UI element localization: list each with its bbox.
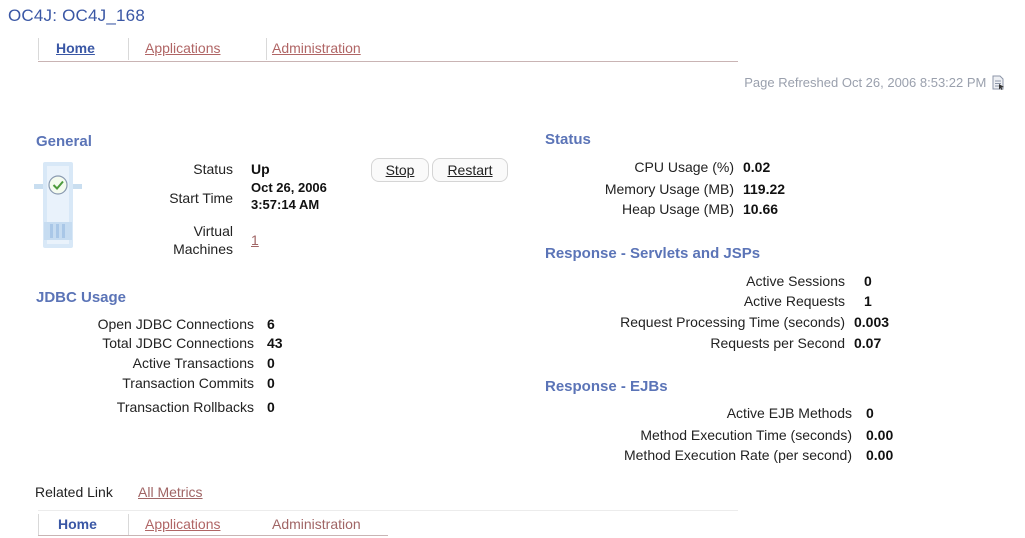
active-sessions-value: 0 — [864, 273, 872, 289]
status-label: Status — [193, 161, 233, 177]
jdbc-rollbacks-value: 0 — [267, 399, 275, 415]
page-refreshed-text: Page Refreshed Oct 26, 2006 8:53:22 PM — [744, 75, 987, 90]
request-processing-time-value: 0.003 — [854, 314, 890, 330]
tab-applications-bottom[interactable]: Applications — [145, 516, 221, 532]
jdbc-rollbacks-label: Transaction Rollbacks — [116, 399, 254, 415]
tab-separator — [128, 38, 129, 60]
tab-administration[interactable]: Administration — [272, 40, 361, 56]
page-title: OC4J: OC4J_168 — [8, 6, 145, 25]
servlets-heading: Response - Servlets and JSPs — [545, 245, 761, 262]
tab-applications[interactable]: Applications — [145, 40, 221, 56]
status-value: Up — [251, 161, 270, 177]
jdbc-heading: JDBC Usage — [36, 289, 127, 306]
requests-per-second-label: Requests per Second — [710, 335, 845, 351]
jdbc-commits-value: 0 — [267, 375, 275, 391]
jdbc-total-value: 43 — [267, 335, 283, 351]
server-status-icon — [34, 162, 82, 248]
tab-underline — [38, 535, 388, 536]
active-sessions-label: Active Sessions — [746, 273, 845, 289]
related-link-label: Related Link — [35, 484, 113, 500]
stop-button-label: Stop — [385, 162, 415, 178]
tab-home-bottom[interactable]: Home — [58, 516, 97, 532]
method-execution-rate-value: 0.00 — [866, 447, 894, 463]
jdbc-active-tx-label: Active Transactions — [132, 355, 254, 371]
tab-separator — [266, 38, 267, 60]
heap-usage-label: Heap Usage (MB) — [621, 201, 734, 217]
refresh-icon[interactable] — [992, 75, 1005, 90]
status-heading: Status — [545, 131, 591, 148]
all-metrics-link[interactable]: All Metrics — [138, 484, 203, 500]
tab-home[interactable]: Home — [56, 40, 95, 56]
virtual-machines-label: Virtual Machines — [173, 223, 233, 257]
active-ejb-methods-value: 0 — [866, 405, 874, 421]
method-execution-time-value: 0.00 — [866, 427, 894, 443]
active-ejb-methods-label: Active EJB Methods — [726, 405, 852, 421]
page-refreshed: Page Refreshed Oct 26, 2006 8:53:22 PM — [744, 75, 1005, 90]
virtual-machines-value[interactable]: 1 — [251, 232, 259, 250]
general-heading: General — [36, 133, 92, 150]
active-requests-label: Active Requests — [743, 293, 845, 309]
cpu-usage-label: CPU Usage (%) — [634, 159, 734, 175]
tab-separator — [38, 514, 39, 536]
cpu-usage-value: 0.02 — [743, 159, 771, 175]
requests-per-second-value: 0.07 — [854, 335, 882, 351]
method-execution-rate-label: Method Execution Rate (per second) — [623, 447, 852, 463]
jdbc-total-label: Total JDBC Connections — [102, 335, 254, 351]
restart-button-label: Restart — [447, 162, 493, 178]
method-execution-time-label: Method Execution Time (seconds) — [640, 427, 852, 443]
ejbs-heading: Response - EJBs — [545, 378, 668, 395]
tab-administration-bottom[interactable]: Administration — [272, 516, 361, 532]
bottom-divider — [38, 510, 738, 511]
tab-bar-bottom: Home Applications Administration — [38, 514, 738, 538]
tab-separator — [128, 514, 129, 536]
memory-usage-value: 119.22 — [743, 181, 786, 197]
memory-usage-label: Memory Usage (MB) — [604, 181, 734, 197]
request-processing-time-label: Request Processing Time (seconds) — [620, 314, 845, 330]
tab-underline — [38, 61, 738, 62]
jdbc-commits-label: Transaction Commits — [122, 375, 254, 391]
jdbc-open-value: 6 — [267, 316, 275, 332]
stop-button[interactable]: Stop — [371, 158, 429, 182]
heap-usage-value: 10.66 — [743, 201, 779, 217]
active-requests-value: 1 — [864, 293, 872, 309]
tab-separator — [38, 38, 39, 60]
start-time-value: Oct 26, 2006 3:57:14 AM — [251, 180, 327, 212]
restart-button[interactable]: Restart — [432, 158, 508, 182]
tab-bar-top: Home Applications Administration — [38, 38, 738, 62]
jdbc-active-tx-value: 0 — [267, 355, 275, 371]
jdbc-open-label: Open JDBC Connections — [97, 316, 254, 332]
start-time-label: Start Time — [169, 190, 233, 206]
